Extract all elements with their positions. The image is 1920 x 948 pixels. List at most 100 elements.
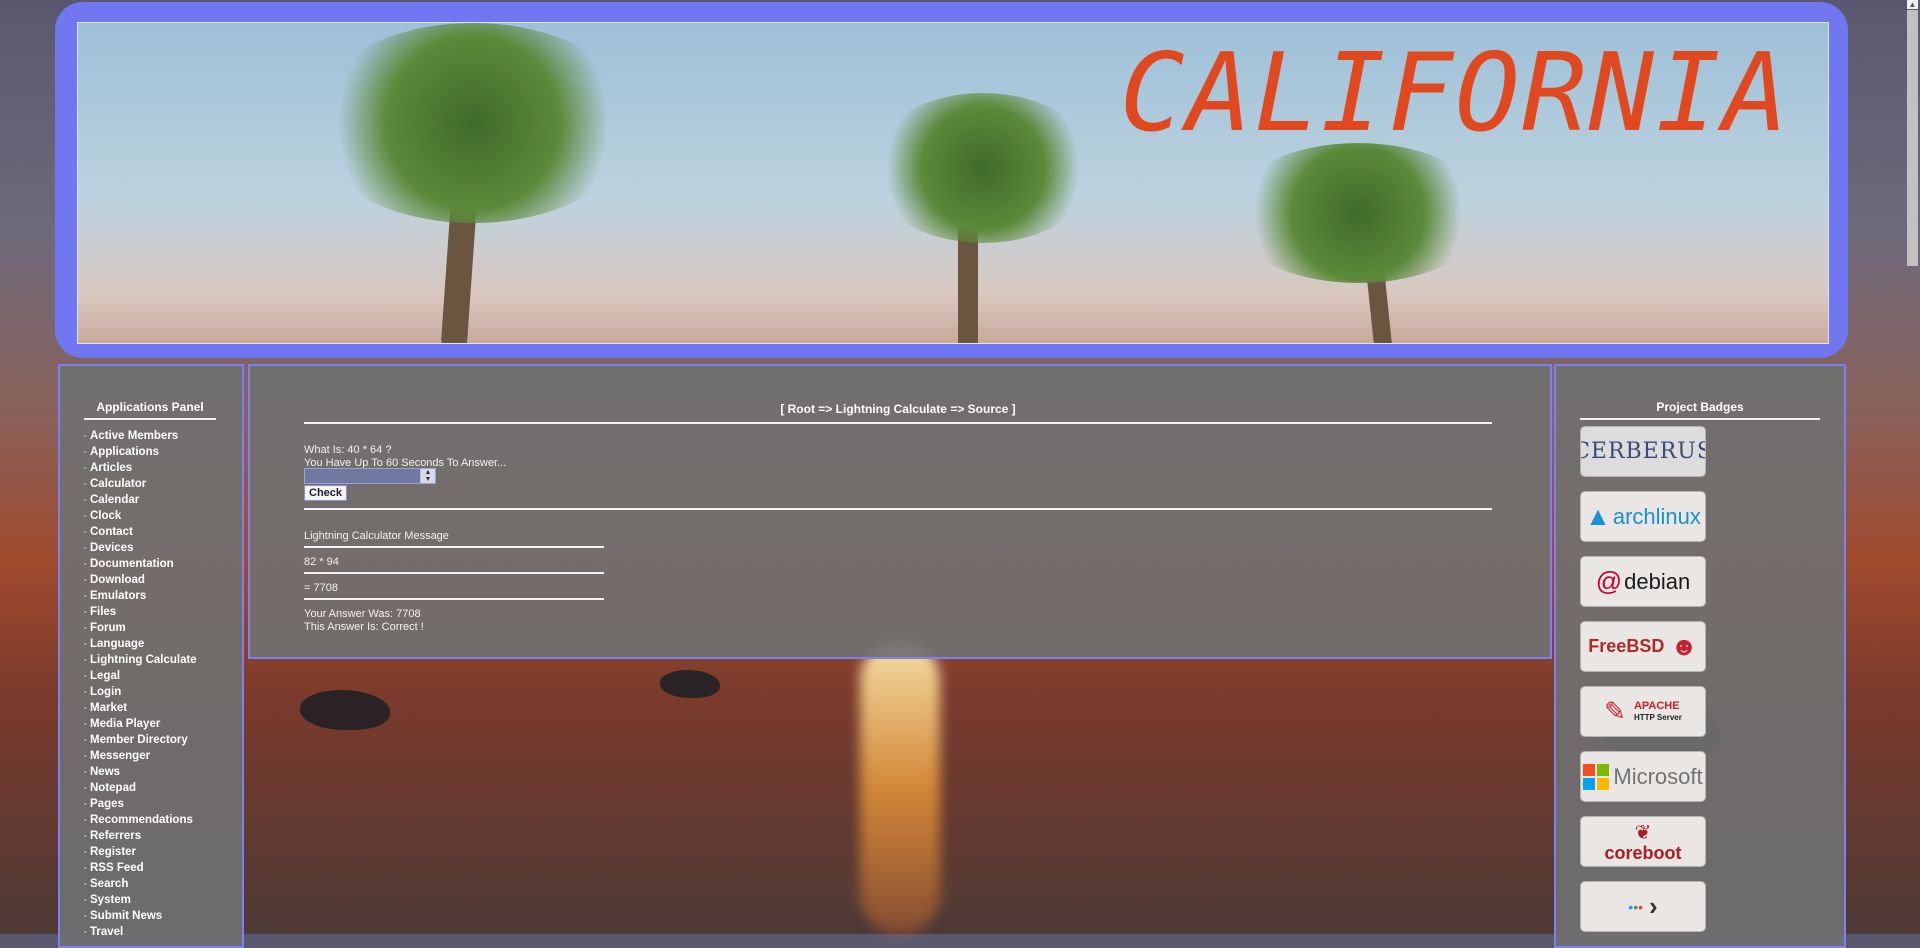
divider (304, 572, 604, 574)
nav-item-member-directory[interactable]: · Member Directory (84, 732, 197, 748)
bullet-icon: · (84, 799, 87, 809)
nav-item-calendar[interactable]: · Calendar (84, 492, 197, 508)
page-scrollbar[interactable]: ▲ (1905, 0, 1920, 934)
nav-item-articles[interactable]: · Articles (84, 460, 197, 476)
palm-tree (1228, 143, 1488, 283)
bullet-icon: · (84, 527, 87, 537)
nav-item-download[interactable]: · Download (84, 572, 197, 588)
logo-square (1583, 763, 1596, 776)
your-answer-text: Your Answer Was: 7708 (304, 608, 421, 620)
nav-item-referrers[interactable]: · Referrers (84, 828, 197, 844)
applications-list: · Active Members · Applications · Articles … (84, 428, 197, 940)
bullet-icon: · (84, 687, 87, 697)
number-spinner[interactable]: ▲ ▼ (420, 469, 435, 483)
divider (304, 546, 604, 548)
spin-down-icon[interactable]: ▼ (425, 476, 432, 483)
scroll-thumb[interactable] (1907, 10, 1918, 266)
bullet-icon: · (84, 671, 87, 681)
debian-badge[interactable]: @ debian (1580, 556, 1706, 607)
nav-item-documentation[interactable]: · Documentation (84, 556, 197, 572)
coreboot-hare-icon: ❦ (1634, 821, 1652, 844)
check-button[interactable]: Check (304, 485, 348, 501)
nav-item-system[interactable]: · System (84, 892, 197, 908)
nav-item-register[interactable]: · Register (84, 844, 197, 860)
bullet-icon: · (84, 735, 87, 745)
nav-item-travel[interactable]: · Travel (84, 924, 197, 940)
project-badges-title: Project Badges (1580, 400, 1820, 420)
microsoft-logo-icon (1583, 763, 1610, 790)
bullet-icon: · (84, 767, 87, 777)
bullet-icon: · (84, 431, 87, 441)
bullet-icon: · (84, 895, 87, 905)
nav-item-search[interactable]: · Search (84, 876, 197, 892)
answer-input[interactable] (304, 468, 436, 484)
nav-item-devices[interactable]: · Devices (84, 540, 197, 556)
nav-item-contact[interactable]: · Contact (84, 524, 197, 540)
beach-rock (660, 670, 720, 698)
nav-item-login[interactable]: · Login (84, 684, 197, 700)
nav-item-notepad[interactable]: · Notepad (84, 780, 197, 796)
bullet-icon: · (84, 703, 87, 713)
spin-up-icon[interactable]: ▲ (425, 469, 432, 476)
bullet-icon: · (84, 447, 87, 457)
coreboot-badge[interactable]: ❦ coreboot (1580, 816, 1706, 867)
project-badges-panel: Project Badges CERBERUS ▲ archlinux @ de… (1554, 364, 1846, 948)
nav-item-news[interactable]: · News (84, 764, 197, 780)
logo-square (1597, 777, 1610, 790)
nav-item-lightning-calculate[interactable]: · Lightning Calculate (84, 652, 197, 668)
bullet-icon: · (84, 831, 87, 841)
bullet-icon: · (84, 927, 87, 937)
sunset-reflection (860, 640, 940, 934)
debian-swirl-icon: @ (1595, 566, 1623, 596)
palm-tree (868, 93, 1098, 243)
verdict-text: This Answer Is: Correct ! (304, 621, 424, 633)
nav-item-market[interactable]: · Market (84, 700, 197, 716)
beastie-icon: ☻ (1670, 631, 1698, 661)
nav-item-media-player[interactable]: · Media Player (84, 716, 197, 732)
divider (304, 508, 1492, 510)
logo-square (1583, 777, 1596, 790)
apache-badge[interactable]: ✎ APACHE HTTP Server (1580, 686, 1706, 737)
nav-item-legal[interactable]: · Legal (84, 668, 197, 684)
nav-item-forum[interactable]: · Forum (84, 620, 197, 636)
bullet-icon: · (84, 495, 87, 505)
question-text: What Is: 40 * 64 ? (304, 444, 392, 456)
bullet-icon: · (84, 847, 87, 857)
bullet-icon: · (84, 591, 87, 601)
bullet-icon: · (84, 623, 87, 633)
banner-title: CALIFORNIA (1119, 31, 1790, 156)
nav-item-emulators[interactable]: · Emulators (84, 588, 197, 604)
nav-item-recommendations[interactable]: · Recommendations (84, 812, 197, 828)
scroll-up-icon[interactable]: ▲ (1907, 0, 1918, 9)
bullet-icon: · (84, 639, 87, 649)
nav-item-applications[interactable]: · Applications (84, 444, 197, 460)
bullet-icon: · (84, 719, 87, 729)
nav-item-active-members[interactable]: · Active Members (84, 428, 197, 444)
applications-panel-title: Applications Panel (84, 400, 216, 420)
nav-item-rss-feed[interactable]: · RSS Feed (84, 860, 197, 876)
archlinux-badge[interactable]: ▲ archlinux (1580, 491, 1706, 542)
bullet-icon: · (84, 879, 87, 889)
nav-item-messenger[interactable]: · Messenger (84, 748, 197, 764)
chevron-right-icon: › (1649, 891, 1658, 921)
nav-item-clock[interactable]: · Clock (84, 508, 197, 524)
bullet-icon: · (84, 543, 87, 553)
apache-wordmark: APACHE HTTP Server (1633, 699, 1682, 722)
apache-feather-icon: ✎ (1604, 696, 1626, 726)
freebsd-badge[interactable]: FreeBSD ☻ (1580, 621, 1706, 672)
nav-item-files[interactable]: · Files (84, 604, 197, 620)
cerberus-badge[interactable]: CERBERUS (1580, 426, 1706, 477)
nav-item-pages[interactable]: · Pages (84, 796, 197, 812)
nav-item-calculator[interactable]: · Calculator (84, 476, 197, 492)
bullet-icon: · (84, 863, 87, 873)
divider (304, 598, 604, 600)
nav-item-submit-news[interactable]: · Submit News (84, 908, 197, 924)
bullet-icon: · (84, 751, 87, 761)
beach-rock (300, 690, 390, 730)
prompt-badge[interactable]: ••• › (1580, 881, 1706, 932)
nav-item-language[interactable]: · Language (84, 636, 197, 652)
bullet-icon: · (84, 559, 87, 569)
microsoft-badge[interactable]: Microsoft (1580, 751, 1706, 802)
result-text: = 7708 (304, 582, 338, 594)
header-banner: CALIFORNIA (77, 22, 1829, 344)
